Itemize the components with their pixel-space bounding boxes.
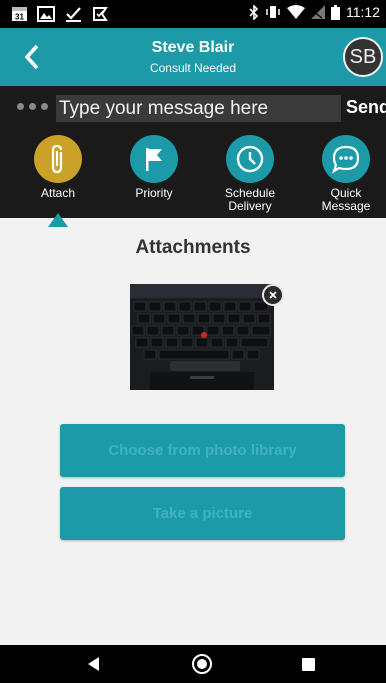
remove-attachment-button[interactable] bbox=[262, 284, 284, 306]
calendar-icon: 31 bbox=[10, 5, 28, 22]
contact-status: Consult Needed bbox=[149, 61, 237, 75]
attach-label: Attach bbox=[40, 186, 76, 200]
system-nav-bar bbox=[0, 645, 386, 683]
checkmark-icon bbox=[64, 5, 82, 22]
avatar-initials: SB bbox=[349, 45, 377, 68]
attachment-thumbnail[interactable] bbox=[130, 284, 274, 390]
chat-bubble-icon bbox=[322, 135, 370, 183]
status-time: 11:12 bbox=[346, 4, 380, 20]
schedule-delivery-button[interactable]: Schedule Delivery bbox=[210, 135, 290, 213]
choose-from-library-button[interactable]: Choose from photo library bbox=[60, 424, 345, 477]
contact-name: Steve Blair bbox=[151, 39, 235, 56]
gallery-icon bbox=[37, 5, 55, 22]
quick-message-label: Quick Message bbox=[306, 187, 386, 213]
priority-label: Priority bbox=[135, 186, 173, 200]
message-input[interactable] bbox=[56, 95, 341, 122]
quick-label-line2: Message bbox=[321, 199, 371, 213]
more-options-icon[interactable] bbox=[17, 103, 48, 110]
action-bar: Attach Priority Schedule Delivery Quick … bbox=[0, 131, 386, 218]
home-icon[interactable] bbox=[192, 654, 212, 674]
schedule-delivery-label: Schedule Delivery bbox=[210, 187, 290, 213]
message-bar: Send bbox=[0, 86, 386, 131]
take-picture-button[interactable]: Take a picture bbox=[60, 487, 345, 540]
status-left-icons: 31 bbox=[10, 5, 109, 22]
signal-icon bbox=[311, 5, 325, 19]
battery-icon bbox=[331, 4, 340, 20]
flag-icon bbox=[130, 135, 178, 183]
status-right-icons: 11:12 bbox=[249, 4, 380, 20]
active-tab-pointer bbox=[48, 213, 68, 227]
wifi-icon bbox=[287, 5, 305, 19]
priority-button[interactable]: Priority bbox=[114, 135, 194, 200]
schedule-label-line2: Delivery bbox=[228, 199, 272, 213]
send-button[interactable]: Send bbox=[346, 97, 386, 118]
keyboard-photo bbox=[130, 284, 274, 390]
status-bar: 31 11:12 bbox=[0, 0, 386, 28]
recents-icon[interactable] bbox=[302, 658, 315, 671]
close-icon bbox=[269, 291, 277, 299]
vibrate-icon bbox=[266, 6, 280, 18]
paperclip-icon bbox=[34, 135, 82, 183]
bluetooth-icon bbox=[249, 4, 259, 20]
back-icon[interactable] bbox=[88, 657, 99, 671]
clock-icon bbox=[226, 135, 274, 183]
calendar-day: 31 bbox=[15, 13, 24, 22]
flag-check-icon bbox=[91, 5, 109, 22]
avatar[interactable]: SB bbox=[343, 37, 383, 77]
conversation-header: Steve Blair Consult Needed SB bbox=[0, 28, 386, 86]
attachments-title: Attachments bbox=[135, 237, 251, 258]
quick-message-button[interactable]: Quick Message bbox=[306, 135, 386, 213]
attach-button[interactable]: Attach bbox=[18, 135, 98, 200]
attachments-panel: Attachments Choose from photo library Ta… bbox=[0, 227, 386, 645]
